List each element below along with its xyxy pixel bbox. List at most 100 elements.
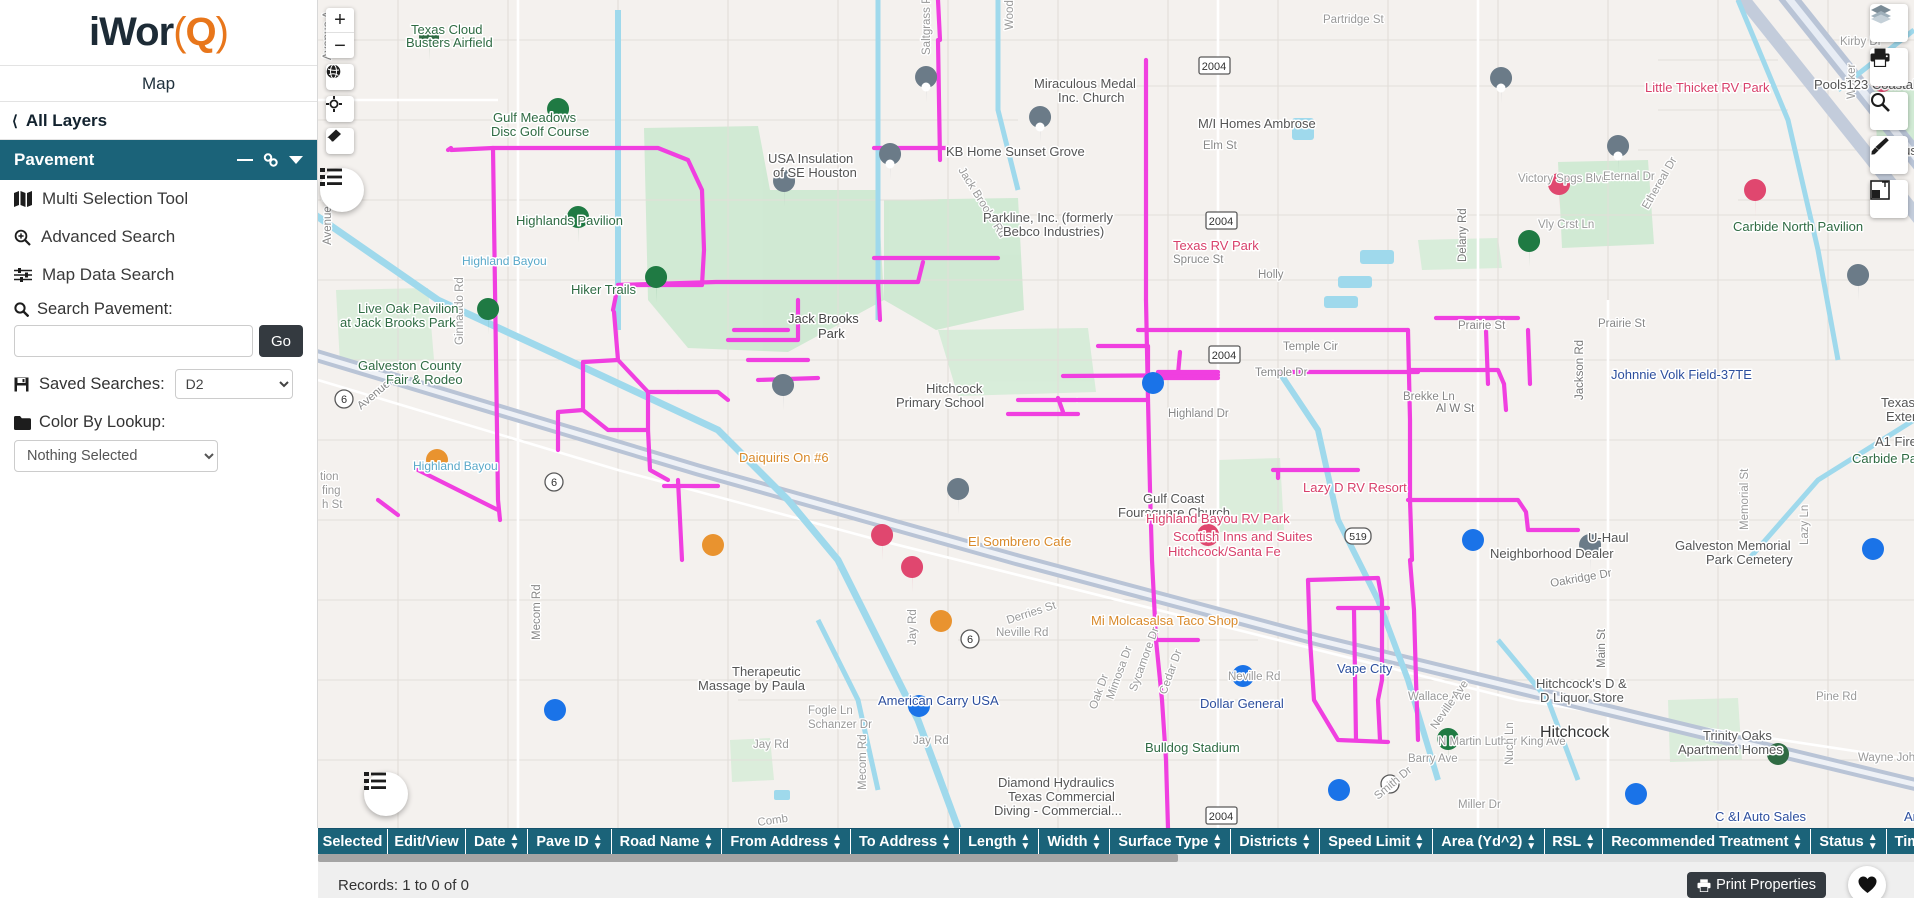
- column-header-to-address[interactable]: To Address ▲ ▼: [851, 829, 961, 854]
- column-header-label: RSL: [1552, 833, 1582, 850]
- street-label: Pine Rd: [1816, 691, 1857, 703]
- column-header-label: Width: [1047, 833, 1088, 850]
- scrollbar-thumb[interactable]: [318, 854, 1178, 862]
- column-header-edit-view[interactable]: Edit/View: [388, 829, 466, 854]
- map-canvas[interactable]: .lbl { font-family:"Liberation Sans", sa…: [318, 0, 1914, 828]
- street-label: Saltgrass Point Rd: [921, 0, 933, 55]
- place-label: Dollar General: [1200, 696, 1284, 711]
- place-label: Primary School: [896, 395, 984, 410]
- sort-arrows-icon[interactable]: ▲ ▼: [1868, 832, 1878, 851]
- column-header-label: Selected: [322, 833, 383, 850]
- place-label: Inc. Church: [1058, 90, 1124, 105]
- sidebar-item-advanced-search[interactable]: Advanced Search: [0, 218, 317, 256]
- place-label: Galveston Memorial: [1675, 538, 1791, 553]
- sort-arrows-icon[interactable]: ▲ ▼: [1091, 832, 1101, 851]
- column-header-recommended-treatment[interactable]: Recommended Treatment ▲ ▼: [1603, 829, 1812, 854]
- street-label: Spruce St: [1173, 254, 1224, 266]
- street-label: Neville Rd: [996, 627, 1048, 639]
- search-go-button[interactable]: Go: [258, 325, 303, 357]
- sort-arrows-icon[interactable]: ▲ ▼: [593, 832, 603, 851]
- saved-searches-select[interactable]: D2: [174, 369, 293, 399]
- sort-arrows-icon[interactable]: ▲ ▼: [941, 832, 951, 851]
- search-map-button[interactable]: [1870, 92, 1908, 130]
- street-label: fing: [322, 485, 341, 497]
- column-header-from-address[interactable]: From Address ▲ ▼: [722, 829, 852, 854]
- place-label: Trinity Oaks: [1703, 728, 1772, 743]
- sort-arrows-icon[interactable]: ▲ ▼: [1212, 832, 1222, 851]
- print-properties-button[interactable]: Print Properties: [1687, 872, 1826, 898]
- measure-button[interactable]: [1870, 180, 1908, 218]
- minus-icon[interactable]: [237, 159, 253, 161]
- column-header-pave-id[interactable]: Pave ID ▲ ▼: [528, 829, 612, 854]
- column-header-date[interactable]: Date ▲ ▼: [466, 829, 529, 854]
- street-label: Victory Spgs Blvd: [1518, 173, 1608, 185]
- place-label: Park Cemetery: [1706, 552, 1793, 567]
- zoom-controls[interactable]: + −: [326, 8, 354, 58]
- column-header-speed-limit[interactable]: Speed Limit ▲ ▼: [1320, 829, 1434, 854]
- layers-icon: [1871, 5, 1891, 24]
- sort-arrows-icon[interactable]: ▲ ▼: [703, 832, 713, 851]
- left-sidebar: iWor (Q) Map ⟨ All Layers Pavement Multi…: [0, 0, 318, 908]
- column-header-selected[interactable]: Selected: [318, 829, 388, 854]
- column-header-surface-type[interactable]: Surface Type ▲ ▼: [1110, 829, 1232, 854]
- street-label: Miller Dr: [1458, 799, 1501, 811]
- sort-arrows-icon[interactable]: ▲ ▼: [1792, 832, 1802, 851]
- column-header-road-name[interactable]: Road Name ▲ ▼: [612, 829, 723, 854]
- sort-arrows-icon[interactable]: ▲ ▼: [1414, 832, 1424, 851]
- eraser-button[interactable]: [326, 128, 354, 154]
- place-label: Scottish Inns and Suites: [1173, 529, 1313, 544]
- sidebar-footer-spacer: [0, 828, 318, 908]
- zoom-out-button[interactable]: −: [326, 33, 354, 58]
- locate-button[interactable]: [326, 96, 354, 122]
- chain-link-icon[interactable]: [263, 153, 279, 167]
- legend-list-button[interactable]: [320, 168, 364, 212]
- column-header-label: Date: [474, 833, 506, 850]
- sort-arrows-icon[interactable]: ▲ ▼: [509, 832, 519, 851]
- print-map-button[interactable]: [1870, 48, 1908, 86]
- sort-arrows-icon[interactable]: ▲ ▼: [832, 832, 842, 851]
- place-label: Daiquiris On #6: [739, 450, 829, 465]
- column-header-length[interactable]: Length ▲ ▼: [960, 829, 1040, 854]
- map-data-search-label: Map Data Search: [42, 265, 175, 284]
- chevron-down-icon[interactable]: [289, 156, 303, 164]
- horizontal-scrollbar[interactable]: [318, 854, 1914, 862]
- column-header-width[interactable]: Width ▲ ▼: [1039, 829, 1111, 854]
- place-label: at Jack Brooks Park: [340, 315, 456, 330]
- printer-icon: [1870, 48, 1890, 67]
- svg-text:2004: 2004: [1202, 61, 1226, 73]
- column-header-time-a[interactable]: Time A: [1887, 829, 1914, 854]
- sort-arrows-icon[interactable]: ▲ ▼: [1585, 832, 1595, 851]
- sidebar-item-multi-selection-tool[interactable]: Multi Selection Tool: [0, 180, 317, 218]
- column-header-districts[interactable]: Districts ▲ ▼: [1231, 829, 1321, 854]
- street-label: Barry Ave: [1408, 753, 1458, 765]
- sidebar-item-map-data-search[interactable]: Map Data Search: [0, 256, 317, 294]
- place-label: Highland Bayou: [413, 459, 498, 473]
- globe-button[interactable]: [326, 64, 354, 90]
- draw-button[interactable]: [1870, 136, 1908, 174]
- map-bottom-list-button[interactable]: [364, 772, 408, 816]
- globe-icon: [326, 64, 341, 79]
- place-label: Massage by Paula: [698, 678, 806, 693]
- column-header-label: Road Name: [619, 833, 700, 850]
- place-label: Bebco Industries): [1003, 224, 1104, 239]
- sliders-icon: [14, 268, 32, 282]
- all-layers-back-link[interactable]: ⟨ All Layers: [0, 102, 317, 140]
- column-header-area-yd-2[interactable]: Area (Yd^2) ▲ ▼: [1433, 829, 1546, 854]
- crosshair-icon: [326, 96, 342, 112]
- sort-arrows-icon[interactable]: ▲ ▼: [1526, 832, 1536, 851]
- column-header-rsl[interactable]: RSL ▲ ▼: [1545, 829, 1604, 854]
- zoom-in-button[interactable]: +: [326, 8, 354, 33]
- place-label: Mi Molcasalsa Taco Shop: [1091, 613, 1238, 628]
- column-header-label: Surface Type: [1118, 833, 1209, 850]
- sort-arrows-icon[interactable]: ▲ ▼: [1020, 832, 1030, 851]
- search-input[interactable]: [14, 325, 253, 357]
- color-by-lookup-label: Color By Lookup:: [39, 413, 166, 431]
- logo-q-mark: (Q): [173, 10, 229, 54]
- street-label: Jay Rd: [913, 735, 949, 747]
- sort-arrows-icon[interactable]: ▲ ▼: [1301, 832, 1311, 851]
- column-header-status[interactable]: Status ▲ ▼: [1811, 829, 1887, 854]
- place-label: Highland Bayou RV Park: [1146, 511, 1290, 526]
- color-by-lookup-select[interactable]: Nothing Selected: [14, 440, 218, 472]
- layer-header-pavement[interactable]: Pavement: [0, 140, 317, 180]
- layers-button[interactable]: [1870, 4, 1908, 42]
